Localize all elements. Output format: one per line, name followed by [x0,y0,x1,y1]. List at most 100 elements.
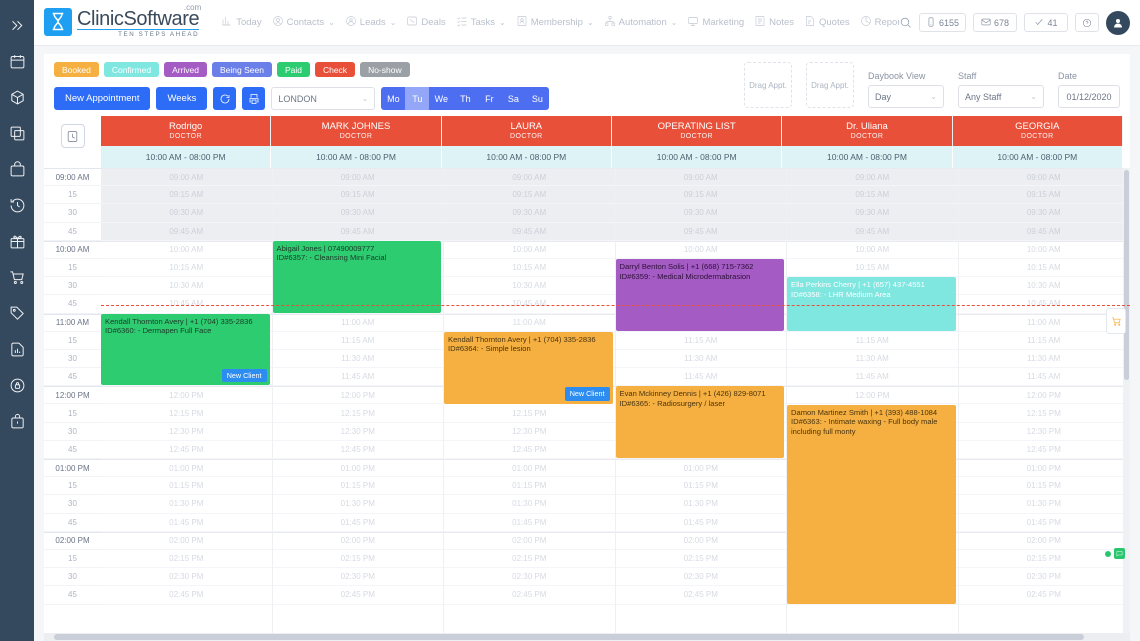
status-filter-paid[interactable]: Paid [276,62,310,77]
calendar-slot[interactable]: 10:15 AM [787,259,958,278]
calendar-slot[interactable]: 01:15 PM [272,477,443,496]
history-clock-icon[interactable] [4,192,30,218]
calendar-slot[interactable]: 09:30 AM [615,204,786,223]
status-filter-being-seen[interactable]: Being Seen [212,62,272,77]
staff-select[interactable]: Any Staff ⌄ [958,85,1044,108]
calendar-slot[interactable]: 02:30 PM [101,568,272,587]
calendar-slot[interactable]: 09:15 AM [615,186,786,205]
copy-icon[interactable] [4,120,30,146]
calendar-slot[interactable]: 09:30 AM [787,204,958,223]
calendar-slot[interactable]: 09:30 AM [101,204,272,223]
calendar-slot[interactable]: 12:30 PM [444,423,615,441]
user-avatar[interactable] [1106,10,1130,35]
calendar-slot[interactable]: 01:30 PM [101,495,272,514]
calendar-slot[interactable]: 12:00 PM [958,386,1129,405]
briefcase-lock-icon[interactable] [4,408,30,434]
calendar-slot[interactable]: 11:00 AM [272,313,443,332]
calendar-slot[interactable]: 01:30 PM [615,495,786,514]
calendar-slot[interactable]: 12:15 PM [272,404,443,423]
calendar-slot[interactable]: 10:30 AM [101,277,272,296]
calendar-slot[interactable]: 11:15 AM [615,332,786,350]
day-we[interactable]: We [429,87,454,110]
calendar-slot[interactable]: 02:00 PM [444,531,615,550]
calendar-slot[interactable]: 02:45 PM [958,586,1129,605]
calendar-slot[interactable]: 01:30 PM [444,495,615,514]
day-mo[interactable]: Mo [381,87,406,110]
appointment-block[interactable]: Darryl Benton Solis | +1 (668) 715-7362 I… [615,259,784,331]
search-icon[interactable] [899,16,912,29]
daybook-view-select[interactable]: Day ⌄ [868,85,944,108]
status-filter-check[interactable]: Check [314,62,356,77]
scrollbar-thumb[interactable] [54,634,1084,640]
column-doctor[interactable]: GEORGIA DOCTOR [952,116,1123,146]
calendar-slot[interactable]: 02:45 PM [101,586,272,605]
calendar-slot[interactable]: 09:30 AM [958,204,1129,223]
calendar-slot[interactable]: 12:30 PM [272,423,443,441]
nav-item-contacts[interactable]: Contacts ⌄ [268,11,339,34]
calendar-slot[interactable]: 01:45 PM [615,514,786,532]
calendar-slot[interactable]: 02:15 PM [615,550,786,569]
calendar-slot[interactable]: 11:45 AM [615,368,786,387]
appointment-block[interactable]: Abigail Jones | 07490009777 ID#6357: - Cl… [272,240,441,313]
calendar-slot[interactable]: 10:00 AM [444,240,615,259]
weeks-button[interactable]: Weeks [156,87,208,110]
nav-item-notes[interactable]: Notes [750,11,798,34]
nav-item-membership[interactable]: Membership ⌄ [512,11,598,34]
calendar-slot[interactable]: 10:00 AM [101,240,272,259]
calendar-slot[interactable]: 11:30 AM [272,350,443,369]
day-fr[interactable]: Fr [477,87,502,110]
calendar-slot[interactable]: 02:15 PM [272,550,443,569]
appointment-block[interactable]: Kendall Thornton Avery | +1 (704) 335-28… [101,313,270,386]
calendar-slot[interactable]: 09:15 AM [958,186,1129,205]
calendar-slot[interactable]: 01:30 PM [958,495,1129,514]
nav-item-tasks[interactable]: Tasks ⌄ [452,11,510,34]
calendar-slot[interactable]: 01:15 PM [444,477,615,496]
calendar-slot[interactable]: 11:30 AM [958,350,1129,369]
column-doctor[interactable]: LAURA DOCTOR [441,116,612,146]
appointment-block[interactable]: Evan Mckinney Dennis | +1 (426) 829-8071… [615,386,784,459]
help-icon[interactable] [1075,13,1099,32]
scrollbar-thumb[interactable] [1124,170,1129,380]
calendar-slot[interactable]: 09:45 AM [272,222,443,241]
column-doctor[interactable]: Dr. Uliana DOCTOR [782,116,953,146]
calendar-slot[interactable]: 09:30 AM [272,204,443,223]
calendar-slot[interactable]: 02:00 PM [958,531,1129,550]
calendar-slot[interactable]: 10:15 AM [101,259,272,278]
calendar-slot[interactable]: 09:15 AM [272,186,443,205]
calendar-slot[interactable]: 09:00 AM [444,168,615,187]
box-icon[interactable] [4,84,30,110]
calendar-slot[interactable]: 01:00 PM [444,459,615,478]
calendar-slot[interactable]: 01:00 PM [958,459,1129,478]
calendar-slot[interactable]: 11:45 AM [958,368,1129,387]
expand-chevrons-icon[interactable] [4,12,30,38]
calendar-slot[interactable]: 01:00 PM [615,459,786,478]
calendar-slot[interactable]: 12:15 PM [101,404,272,423]
calendar-slot[interactable]: 10:30 AM [444,277,615,296]
calendar-slot[interactable]: 01:15 PM [615,477,786,496]
calendar-slot[interactable]: 09:00 AM [958,168,1129,187]
status-filter-arrived[interactable]: Arrived [164,62,207,77]
calendar-slot[interactable]: 09:15 AM [787,186,958,205]
calendar-slot[interactable]: 11:00 AM [958,313,1129,332]
calendar-slot[interactable]: 12:30 PM [958,423,1129,441]
column-doctor[interactable]: OPERATING LIST DOCTOR [611,116,783,146]
appointment-block[interactable]: Damon Martinez Smith | +1 (393) 488-1084… [787,404,956,604]
column-doctor[interactable]: MARK JOHNES DOCTOR [271,116,442,146]
lock-circle-icon[interactable] [4,372,30,398]
calendar-slot[interactable]: 02:45 PM [615,586,786,605]
nav-item-leads[interactable]: Leads ⌄ [341,11,401,34]
calendar-slot[interactable]: 09:00 AM [615,168,786,187]
drag-appointment-slot-1[interactable]: Drag Appt. [744,62,792,108]
calendar-slot[interactable]: 02:45 PM [444,586,615,605]
drag-appointment-slot-2[interactable]: Drag Appt. [806,62,854,108]
day-su[interactable]: Su [525,87,550,110]
calendar-slot[interactable]: 11:45 AM [787,368,958,387]
calendar-slot[interactable]: 11:15 AM [272,332,443,350]
calendar-slot[interactable]: 12:45 PM [444,441,615,459]
tag-icon[interactable] [4,300,30,326]
calendar-slot[interactable]: 02:15 PM [958,550,1129,569]
calendar-slot[interactable]: 02:30 PM [958,568,1129,587]
calendar-slot[interactable]: 11:45 AM [272,368,443,387]
calendar-31-icon[interactable] [4,48,30,74]
calendar-slot[interactable]: 09:45 AM [101,222,272,241]
